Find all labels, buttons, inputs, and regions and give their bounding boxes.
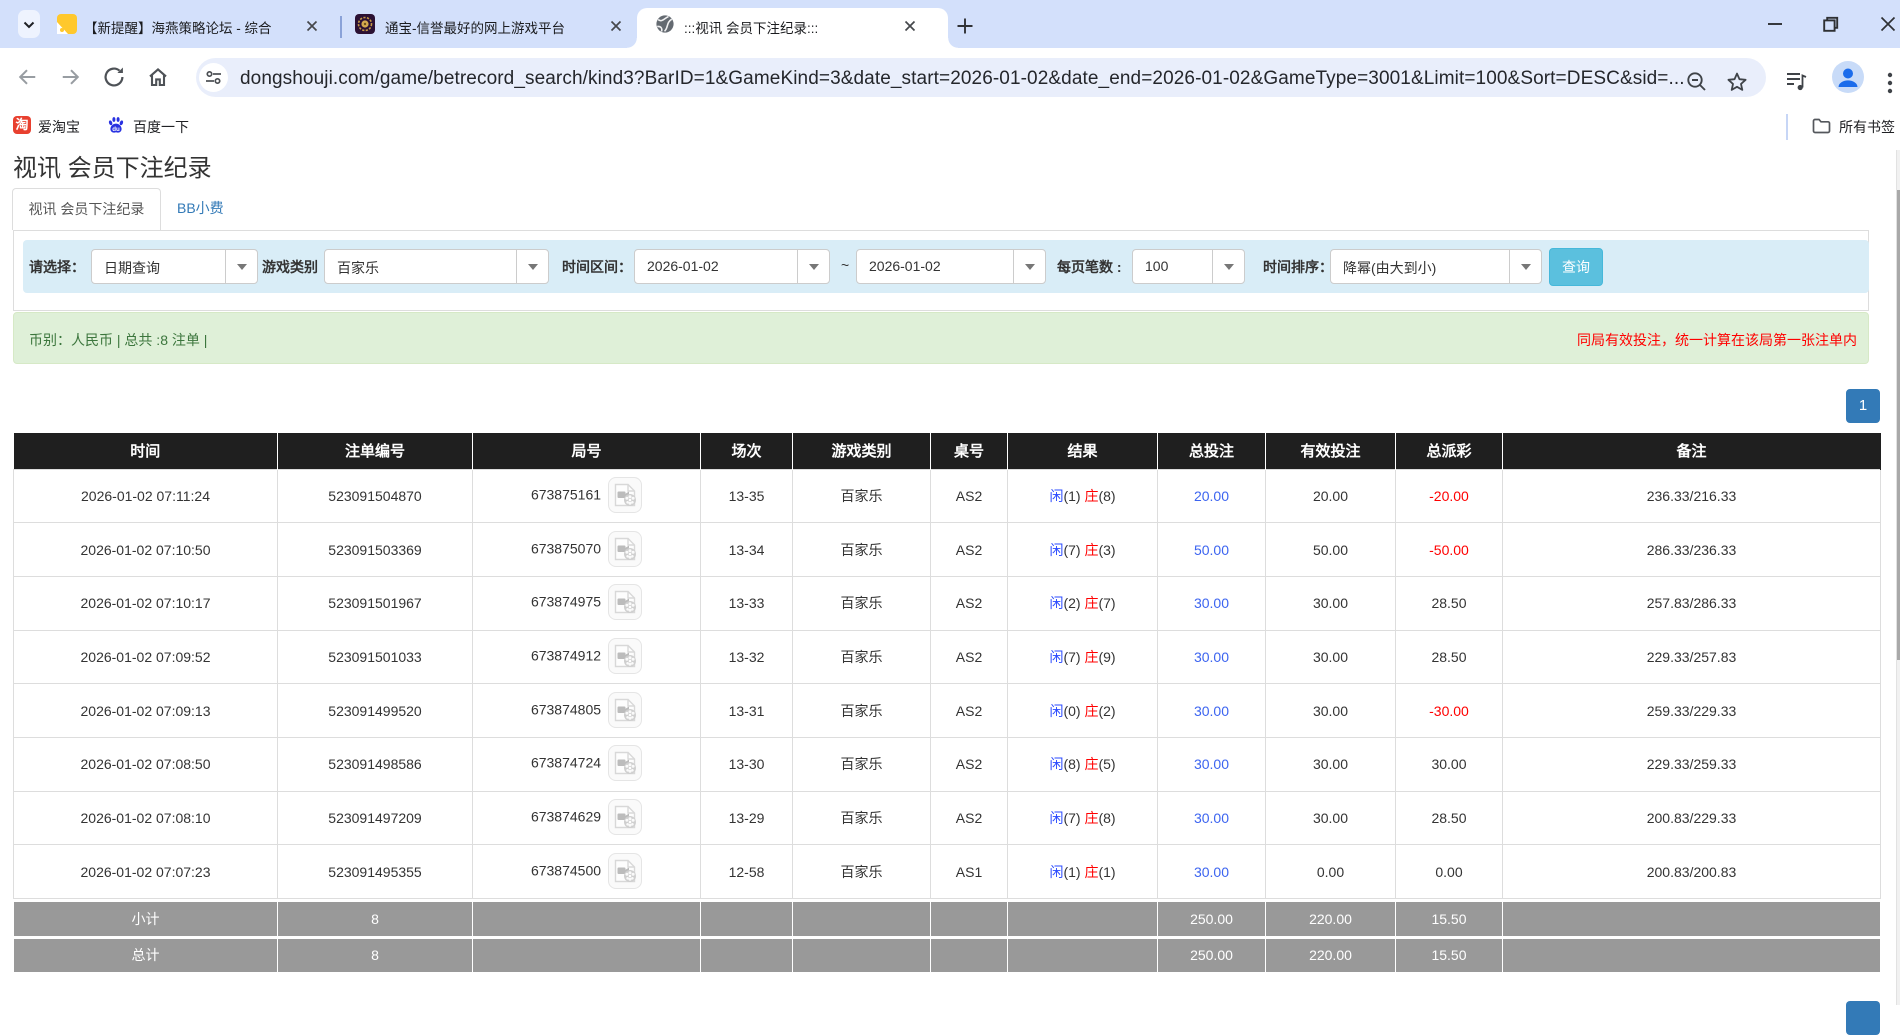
- svg-text:du: du: [112, 126, 120, 133]
